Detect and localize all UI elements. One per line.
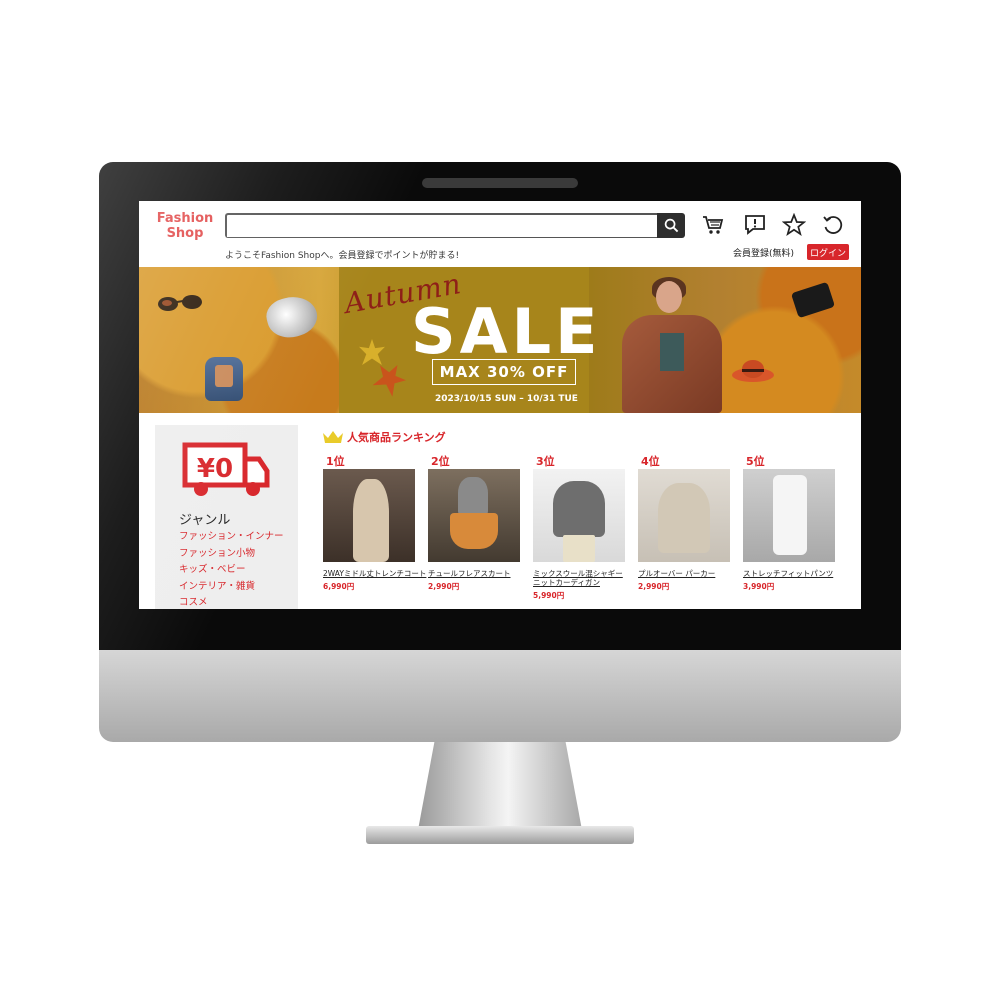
product-price: 3,990円 xyxy=(743,582,775,591)
main-content: ¥0 ジャンル ファッション・インナー ファッション小物 キッズ・ベビー インテ… xyxy=(139,413,861,609)
welcome-message: ようこそFashion Shopへ。会員登録でポイントが貯まる! xyxy=(225,251,460,261)
monitor-base xyxy=(366,826,634,844)
message-icon[interactable] xyxy=(743,213,767,237)
camera-bar xyxy=(422,178,578,188)
sunglasses-image xyxy=(158,295,202,311)
genre-item[interactable]: ファッション・インナー xyxy=(179,529,284,546)
product-card[interactable]: 5位 ストレッチフィットパンツ 3,990円 xyxy=(743,453,835,601)
star-icon[interactable] xyxy=(782,213,806,237)
product-price: 5,990円 xyxy=(533,591,565,600)
product-card[interactable]: 1位 2WAYミドル丈トレンチコート 6,990円 xyxy=(323,453,426,601)
genre-item[interactable]: コスメ xyxy=(179,595,284,609)
model-image xyxy=(594,275,744,413)
search-input[interactable] xyxy=(227,216,657,237)
monitor-chin xyxy=(99,650,901,742)
sidebar: ¥0 ジャンル ファッション・インナー ファッション小物 キッズ・ベビー インテ… xyxy=(155,425,298,609)
product-photo[interactable] xyxy=(323,469,415,562)
product-price: 2,990円 xyxy=(428,582,460,591)
autumn-sale-banner[interactable]: Autumn SALE MAX 30% OFF 2023/10/15 SUN –… xyxy=(139,267,861,413)
product-name[interactable]: プルオーバー パーカー xyxy=(638,569,730,578)
product-list: 1位 2WAYミドル丈トレンチコート 6,990円 2位 チュールフレアスカート… xyxy=(323,453,835,601)
genre-list: ファッション・インナー ファッション小物 キッズ・ベビー インテリア・雑貨 コス… xyxy=(179,529,284,609)
product-name[interactable]: ストレッチフィットパンツ xyxy=(743,569,835,578)
banner-discount: MAX 30% OFF xyxy=(432,359,576,385)
product-card[interactable]: 3位 ミックスウール混シャギーニットカーディガン 5,990円 xyxy=(533,453,625,601)
product-rank: 1位 xyxy=(326,455,345,468)
site-header: Fashion Shop ようこそFashion Shopへ。会員登録でポイント… xyxy=(139,201,861,265)
genre-item[interactable]: インテリア・雑貨 xyxy=(179,579,284,596)
banner-headline: SALE xyxy=(411,295,602,368)
backpack-image xyxy=(205,357,243,401)
free-shipping-truck-icon[interactable]: ¥0 xyxy=(179,437,271,499)
product-rank: 4位 xyxy=(641,455,660,468)
wallet-image xyxy=(790,281,836,319)
search-icon xyxy=(664,218,678,233)
product-photo[interactable] xyxy=(743,469,835,562)
product-photo[interactable] xyxy=(533,469,625,562)
logo-text: Fashion Shop xyxy=(156,211,214,241)
genre-title: ジャンル xyxy=(179,513,231,528)
product-rank: 2位 xyxy=(431,455,450,468)
hat-image xyxy=(732,360,774,382)
product-photo[interactable] xyxy=(638,469,730,562)
cart-icon[interactable] xyxy=(701,213,725,237)
product-name[interactable]: チュールフレアスカート xyxy=(428,569,520,578)
ranking-header: 人気商品ランキング xyxy=(323,429,446,445)
product-price: 2,990円 xyxy=(638,582,670,591)
banner-period: 2023/10/15 SUN – 10/31 TUE xyxy=(435,394,578,404)
member-register-link[interactable]: 会員登録(無料) xyxy=(733,246,794,259)
genre-item[interactable]: キッズ・ベビー xyxy=(179,562,284,579)
screen: Fashion Shop ようこそFashion Shopへ。会員登録でポイント… xyxy=(139,201,861,609)
free-shipping-text: ¥0 xyxy=(197,454,233,484)
product-name[interactable]: ミックスウール混シャギーニットカーディガン xyxy=(533,569,625,587)
product-rank: 3位 xyxy=(536,455,555,468)
product-photo[interactable] xyxy=(428,469,520,562)
stage: Fashion Shop ようこそFashion Shopへ。会員登録でポイント… xyxy=(0,0,1000,1000)
genre-item[interactable]: ファッション小物 xyxy=(179,546,284,563)
shop-logo[interactable]: Fashion Shop xyxy=(153,211,217,241)
product-card[interactable]: 2位 チュールフレアスカート 2,990円 xyxy=(428,453,520,601)
login-button[interactable]: ログイン xyxy=(807,244,849,260)
history-icon[interactable] xyxy=(821,213,845,237)
crown-icon xyxy=(323,431,343,443)
scarf-image xyxy=(262,291,322,343)
product-rank: 5位 xyxy=(746,455,765,468)
product-name[interactable]: 2WAYミドル丈トレンチコート xyxy=(323,569,426,578)
product-card[interactable]: 4位 プルオーバー パーカー 2,990円 xyxy=(638,453,730,601)
search-button[interactable] xyxy=(657,213,685,238)
product-price: 6,990円 xyxy=(323,582,355,591)
monitor-stand xyxy=(418,742,582,830)
search-box xyxy=(225,213,657,238)
ranking-title: 人気商品ランキング xyxy=(347,431,446,444)
